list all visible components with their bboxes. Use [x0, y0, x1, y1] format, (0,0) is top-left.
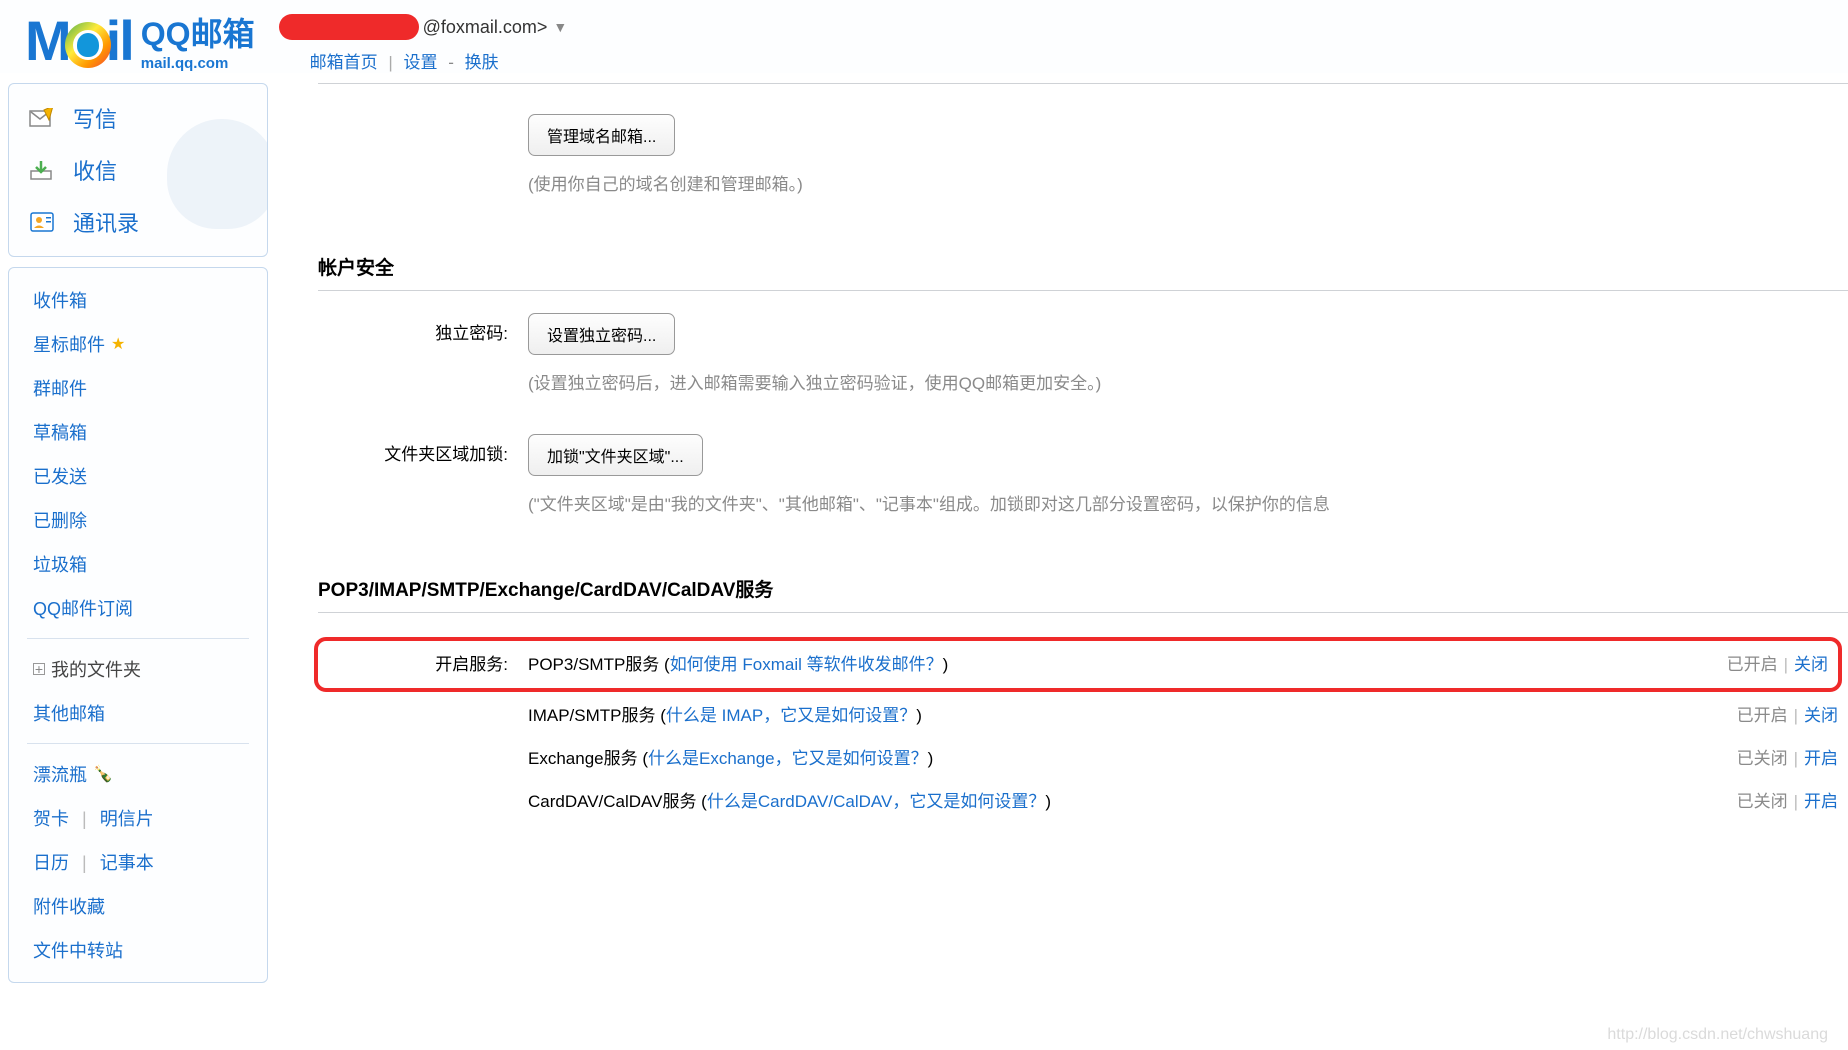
password-label: 独立密码:: [318, 313, 528, 344]
sidebar-item-inbox[interactable]: 收件箱: [9, 278, 267, 322]
service-name: IMAP/SMTP服务 (: [528, 706, 666, 725]
sidebar-link-postcard[interactable]: 明信片: [100, 809, 154, 829]
expand-icon[interactable]: +: [33, 663, 45, 675]
receive-button[interactable]: 收信: [9, 144, 267, 196]
folder-lock-hint: ("文件夹区域"是由"我的文件夹"、"其他邮箱"、"记事本"组成。加锁即对这几部…: [528, 490, 1848, 515]
service-help-link[interactable]: 什么是Exchange，它又是如何设置？: [648, 749, 928, 768]
compose-label: 写信: [73, 102, 117, 134]
set-password-button[interactable]: 设置独立密码...: [528, 313, 675, 355]
service-name: CardDAV/CalDAV服务 (: [528, 792, 707, 811]
compose-button[interactable]: 写信: [9, 92, 267, 144]
chevron-down-icon[interactable]: ▼: [553, 19, 567, 35]
service-help-link[interactable]: 如何使用 Foxmail 等软件收发邮件？: [670, 655, 943, 674]
contacts-icon: [29, 211, 55, 233]
compose-icon: [29, 107, 55, 129]
logo-mail-icon: Mil: [25, 8, 133, 73]
manage-domain-button[interactable]: 管理域名邮箱...: [528, 114, 675, 156]
sidebar-row-calendar: 日历 | 记事本: [9, 840, 267, 884]
logo-qq-text: QQ邮箱: [141, 9, 255, 55]
sidebar-divider: [27, 638, 249, 639]
service-name: POP3/SMTP服务 (: [528, 655, 670, 674]
sidebar-actions-box: 写信 收信 通讯录: [8, 83, 268, 257]
receive-label: 收信: [73, 154, 117, 186]
highlight-annotation: 开启服务: POP3/SMTP服务 (如何使用 Foxmail 等软件收发邮件？…: [314, 637, 1842, 692]
sidebar-divider: [27, 743, 249, 744]
main-content: 管理域名邮箱... (使用你自己的域名创建和管理邮箱。) 帐户安全 独立密码: …: [268, 83, 1848, 983]
sidebar-item-group[interactable]: 群邮件: [9, 366, 267, 410]
sidebar-row-card: 贺卡 | 明信片: [9, 796, 267, 840]
services-title: POP3/IMAP/SMTP/Exchange/CardDAV/CalDAV服务: [318, 537, 1848, 613]
top-divider: [318, 83, 1848, 84]
bottle-icon: 🍾: [93, 764, 113, 784]
sidebar-item-other-mailbox[interactable]: 其他邮箱: [9, 691, 267, 735]
sidebar-item-sent[interactable]: 已发送: [9, 454, 267, 498]
sidebar-item-drafts[interactable]: 草稿箱: [9, 410, 267, 454]
logo-domain: mail.qq.com: [141, 55, 255, 72]
domain-mgmt-hint: (使用你自己的域名创建和管理邮箱。): [528, 170, 1848, 195]
service-action-link[interactable]: 开启: [1804, 749, 1838, 768]
folder-lock-row: 文件夹区域加锁: 加锁"文件夹区域"... ("文件夹区域"是由"我的文件夹"、…: [318, 434, 1848, 515]
service-row-imap: IMAP/SMTP服务 (什么是 IMAP，它又是如何设置？) 已开启|关闭: [318, 692, 1848, 735]
sidebar: 写信 收信 通讯录 收件箱 星标邮件★ 群邮件 草稿箱 已发送 已删除: [8, 83, 268, 983]
sidebar-item-myfolder[interactable]: +我的文件夹: [9, 647, 267, 691]
header: Mil QQ邮箱 mail.qq.com @foxmail.com> ▼ 邮箱首…: [0, 0, 1848, 73]
sidebar-item-subscribe[interactable]: QQ邮件订阅: [9, 586, 267, 630]
star-icon: ★: [111, 334, 125, 354]
domain-mgmt-row: 管理域名邮箱... (使用你自己的域名创建和管理邮箱。): [318, 114, 1848, 195]
watermark-text: http://blog.csdn.net/chwshuang: [1607, 1026, 1828, 1044]
service-help-link[interactable]: 什么是CardDAV/CalDAV，它又是如何设置？: [707, 792, 1045, 811]
sidebar-item-drift[interactable]: 漂流瓶🍾: [9, 752, 267, 796]
sidebar-folder-list: 收件箱 星标邮件★ 群邮件 草稿箱 已发送 已删除 垃圾箱 QQ邮件订阅 +我的…: [8, 267, 268, 983]
service-status: 已关闭: [1737, 792, 1788, 811]
logo[interactable]: Mil QQ邮箱 mail.qq.com: [25, 8, 255, 73]
folder-lock-label: 文件夹区域加锁:: [318, 434, 528, 465]
contacts-button[interactable]: 通讯录: [9, 196, 267, 248]
sidebar-link-notepad[interactable]: 记事本: [100, 853, 154, 873]
header-nav: 邮箱首页 | 设置 - 换肤: [275, 48, 568, 73]
nav-settings-link[interactable]: 设置: [403, 53, 437, 72]
service-status: 已开启: [1737, 706, 1788, 725]
password-row: 独立密码: 设置独立密码... (设置独立密码后，进入邮箱需要输入独立密码验证，…: [318, 313, 1848, 394]
service-action-link[interactable]: 关闭: [1794, 655, 1828, 674]
contacts-label: 通讯录: [73, 206, 139, 238]
service-name: Exchange服务 (: [528, 749, 648, 768]
service-row-pop3: 开启服务: POP3/SMTP服务 (如何使用 Foxmail 等软件收发邮件？…: [318, 645, 1838, 680]
lock-folder-button[interactable]: 加锁"文件夹区域"...: [528, 434, 703, 476]
sidebar-item-filestation[interactable]: 文件中转站: [9, 928, 267, 972]
service-action-link[interactable]: 开启: [1804, 792, 1838, 811]
sidebar-item-deleted[interactable]: 已删除: [9, 498, 267, 542]
service-row-carddav: CardDAV/CalDAV服务 (什么是CardDAV/CalDAV，它又是如…: [318, 778, 1848, 821]
receive-icon: [29, 159, 55, 181]
service-status: 已开启: [1727, 655, 1778, 674]
service-action-link[interactable]: 关闭: [1804, 706, 1838, 725]
sidebar-link-card[interactable]: 贺卡: [33, 809, 69, 829]
services-label: 开启服务:: [318, 650, 528, 675]
email-suffix: @foxmail.com>: [423, 17, 548, 38]
password-hint: (设置独立密码后，进入邮箱需要输入独立密码验证，使用QQ邮箱更加安全。): [528, 369, 1848, 394]
account-security-title: 帐户安全: [318, 217, 1848, 291]
nav-skin-link[interactable]: 换肤: [465, 53, 499, 72]
sidebar-item-trash[interactable]: 垃圾箱: [9, 542, 267, 586]
sidebar-link-calendar[interactable]: 日历: [33, 853, 69, 873]
service-help-link[interactable]: 什么是 IMAP，它又是如何设置？: [666, 706, 916, 725]
service-row-exchange: Exchange服务 (什么是Exchange，它又是如何设置？) 已关闭|开启: [318, 735, 1848, 778]
user-email-line[interactable]: @foxmail.com> ▼: [275, 14, 568, 40]
service-status: 已关闭: [1737, 749, 1788, 768]
sidebar-item-starred[interactable]: 星标邮件★: [9, 322, 267, 366]
redacted-name: [279, 14, 419, 40]
header-right: @foxmail.com> ▼ 邮箱首页 | 设置 - 换肤: [275, 8, 568, 73]
sidebar-item-attachments[interactable]: 附件收藏: [9, 884, 267, 928]
nav-home-link[interactable]: 邮箱首页: [310, 53, 378, 72]
